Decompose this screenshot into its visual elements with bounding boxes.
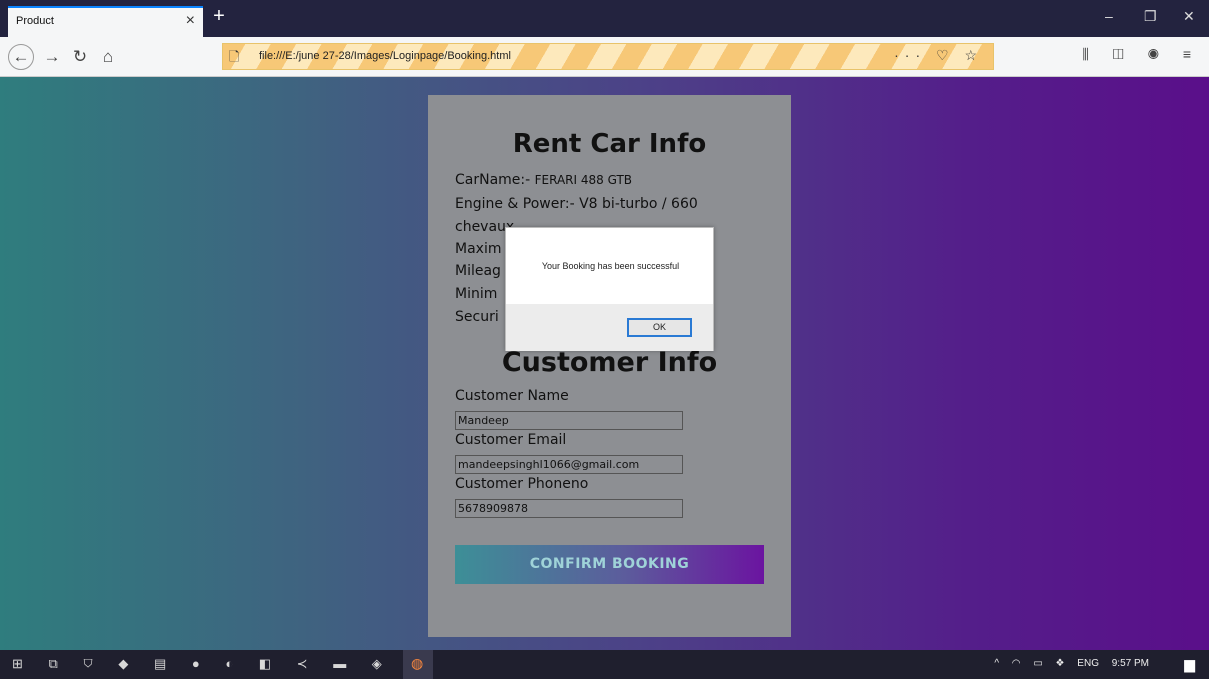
tab-product[interactable]: Product × xyxy=(8,6,203,37)
customer-phone-input[interactable]: 5678909878 xyxy=(455,499,683,518)
reload-button[interactable]: ↻ xyxy=(68,45,92,69)
booking-card: Rent Car Info CarName:- FERARI 488 GTB E… xyxy=(428,95,791,637)
car-info-title: Rent Car Info xyxy=(512,129,707,159)
clock[interactable]: 9:57 PM xyxy=(1112,658,1149,669)
new-tab-button[interactable]: + xyxy=(208,4,230,28)
info-line-car-name: CarName:- FERARI 488 GTB xyxy=(455,172,633,188)
system-tray: ^ ◠ ▭ ❖ ENG 9:57 PM xyxy=(984,658,1149,669)
info-line-engine: Engine & Power:- V8 bi-turbo / 660 xyxy=(455,196,698,212)
firefox-icon[interactable]: ◍ xyxy=(411,655,423,672)
page-content: Rent Car Info CarName:- FERARI 488 GTB E… xyxy=(0,77,1209,650)
tab-close-icon[interactable]: × xyxy=(186,12,195,30)
info-line-security: Securi xyxy=(455,309,499,325)
notification-icon[interactable]: ▆ xyxy=(1184,656,1195,673)
dialog-footer: OK xyxy=(506,304,713,351)
ok-button[interactable]: OK xyxy=(627,318,692,337)
language-indicator[interactable]: ENG xyxy=(1077,658,1099,669)
home-button[interactable]: ⌂ xyxy=(96,45,120,69)
taskbar-app-icons[interactable]: ⊞ ⧉ ⛉ ◆ ▤ ● ◐ ◧ ≺ ▬ ◈ ▣ xyxy=(12,656,431,672)
battery-icon[interactable]: ▭ xyxy=(1033,658,1042,669)
windows-taskbar: ⊞ ⧉ ⛉ ◆ ▤ ● ◐ ◧ ≺ ▬ ◈ ▣ ◍ ^ ◠ ▭ ❖ ENG 9:… xyxy=(0,650,1209,679)
browser-tab-bar: Product × + – ❐ ✕ xyxy=(0,0,1209,37)
page-actions-icons[interactable]: ··· ♡ ☆ xyxy=(894,47,983,64)
dropbox-icon[interactable]: ❖ xyxy=(1056,658,1065,669)
customer-phone-label: Customer Phoneno xyxy=(455,476,589,492)
network-icon[interactable]: ◠ xyxy=(1012,658,1021,669)
browser-nav-bar: ← → ↻ ⌂ 🗋 file:///E:/june 27-28/Images/L… xyxy=(0,37,1209,77)
customer-info-title: Customer Info xyxy=(501,347,718,378)
dialog-message: Your Booking has been successful xyxy=(541,261,680,271)
forward-button[interactable]: → xyxy=(40,45,64,69)
taskbar-active-app[interactable]: ◍ xyxy=(403,650,433,679)
customer-name-label: Customer Name xyxy=(455,388,569,404)
back-button[interactable]: ← xyxy=(8,44,34,70)
url-bar[interactable]: 🗋 file:///E:/june 27-28/Images/Loginpage… xyxy=(222,43,994,70)
info-line-minimum: Minim xyxy=(455,286,498,302)
customer-email-input[interactable]: mandeepsinghl1066@gmail.com xyxy=(455,455,683,474)
page-info-icon[interactable]: 🗋 xyxy=(229,48,239,70)
customer-name-input[interactable]: Mandeep xyxy=(455,411,683,430)
restore-icon[interactable]: ❐ xyxy=(1144,8,1157,25)
confirm-booking-button[interactable]: CONFIRM BOOKING xyxy=(455,545,764,584)
toolbar-icons[interactable]: ⫼ ◫ ◉ ≡ xyxy=(1082,46,1201,63)
info-line-maximum: Maxim xyxy=(455,241,502,257)
booking-alert-dialog: Your Booking has been successful OK xyxy=(505,227,714,351)
url-text[interactable]: file:///E:/june 27-28/Images/Loginpage/B… xyxy=(259,50,511,62)
info-line-mileage: Mileag xyxy=(455,263,501,279)
customer-email-label: Customer Email xyxy=(455,432,567,448)
tab-title: Product xyxy=(16,15,54,27)
minimize-icon[interactable]: – xyxy=(1105,8,1113,24)
tray-chevron-icon[interactable]: ^ xyxy=(994,658,999,669)
close-window-icon[interactable]: ✕ xyxy=(1183,8,1195,25)
